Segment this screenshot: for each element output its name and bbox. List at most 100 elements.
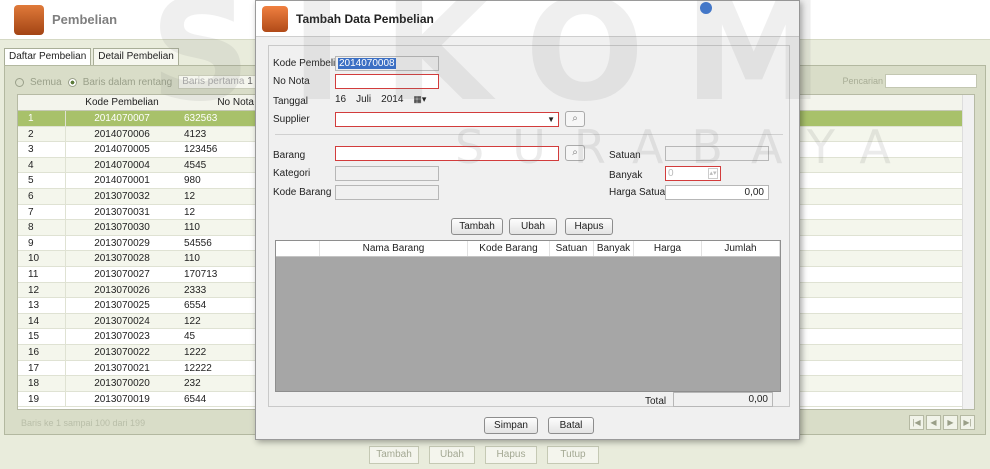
supplier-search-icon[interactable]: ⌕ xyxy=(565,111,585,127)
calendar-icon[interactable]: ▦▾ xyxy=(413,94,426,105)
row-nota: 54556 xyxy=(184,237,212,249)
item-col-banyak[interactable]: Banyak xyxy=(594,241,634,256)
row-nota: 232 xyxy=(184,378,201,390)
radio-all-label: Semua xyxy=(30,76,62,88)
supplier-select[interactable]: ▼ xyxy=(335,112,559,127)
kode-pembelian-field[interactable]: 2014070008 xyxy=(335,56,439,71)
row-nota: 4123 xyxy=(184,128,207,140)
row-kode: 2013070024 xyxy=(94,315,150,327)
row-index: 16 xyxy=(18,344,66,360)
item-table-header: Nama Barang Kode Barang Satuan Banyak Ha… xyxy=(276,241,780,257)
help-icon[interactable] xyxy=(700,2,712,14)
first-row-value: 1 xyxy=(247,76,253,87)
row-kode: 2013070025 xyxy=(94,300,150,312)
row-kode: 2013070019 xyxy=(94,393,150,405)
row-index: 7 xyxy=(18,204,66,220)
row-kode: 2013070023 xyxy=(94,331,150,343)
item-col-kode[interactable]: Kode Barang xyxy=(468,241,550,256)
row-kode: 2013070032 xyxy=(94,190,150,202)
tanggal-day: 16 xyxy=(335,94,347,105)
row-nota: 12 xyxy=(184,206,196,218)
kode-barang-label: Kode Barang xyxy=(273,187,332,198)
ubah-item-button[interactable]: Ubah xyxy=(509,218,557,235)
tab-daftar-pembelian[interactable]: Daftar Pembelian xyxy=(4,48,92,66)
item-col-nama[interactable]: Nama Barang xyxy=(320,241,468,256)
grid-header-nota[interactable]: No Nota xyxy=(178,95,258,110)
prev-page-icon[interactable]: ◀ xyxy=(926,415,941,430)
row-index: 5 xyxy=(18,173,66,188)
search-label: Pencarian xyxy=(842,76,883,86)
search-input[interactable] xyxy=(885,74,977,88)
hapus-button[interactable]: Hapus xyxy=(485,446,537,464)
app-logo-icon xyxy=(14,5,44,35)
ubah-button[interactable]: Ubah xyxy=(429,446,475,464)
row-kode: 2014070006 xyxy=(94,128,150,140)
row-index: 4 xyxy=(18,157,66,173)
row-kode: 2013070026 xyxy=(94,284,150,296)
row-nota: 122 xyxy=(184,315,201,327)
tambah-item-button[interactable]: Tambah xyxy=(451,218,503,235)
row-nota: 632563 xyxy=(184,113,218,124)
kategori-field xyxy=(335,166,439,181)
tutup-button[interactable]: Tutup xyxy=(547,446,599,464)
grid-header-kode[interactable]: Kode Pembelian xyxy=(66,95,178,110)
row-kode: 2013070027 xyxy=(94,268,150,280)
item-col-jumlah[interactable]: Jumlah xyxy=(702,241,780,256)
status-text: Baris ke 1 sampai 100 dari 199 xyxy=(21,418,146,428)
item-col-harga[interactable]: Harga xyxy=(634,241,702,256)
harga-satuan-field[interactable]: 0,00 xyxy=(665,185,769,200)
simpan-button[interactable]: Simpan xyxy=(484,417,538,434)
tambah-button[interactable]: Tambah xyxy=(369,446,419,464)
row-kode: 2014070001 xyxy=(94,175,150,187)
row-index: 15 xyxy=(18,329,66,344)
first-page-icon[interactable]: |◀ xyxy=(909,415,924,430)
hapus-item-button[interactable]: Hapus xyxy=(565,218,613,235)
row-index: 13 xyxy=(18,298,66,313)
tanggal-year: 2014 xyxy=(381,94,404,105)
banyak-stepper[interactable]: 0 ▴▾ xyxy=(665,166,721,181)
row-index: 9 xyxy=(18,235,66,251)
kategori-label: Kategori xyxy=(273,168,311,179)
row-index: 10 xyxy=(18,251,66,266)
row-kode: 2014070005 xyxy=(94,144,150,156)
tab-bar: Daftar Pembelian Detail Pembelian xyxy=(4,48,181,66)
row-kode: 2014070004 xyxy=(94,159,150,171)
no-nota-label: No Nota xyxy=(273,76,310,87)
row-kode: 2013070020 xyxy=(94,378,150,390)
barang-field[interactable] xyxy=(335,146,559,161)
divider xyxy=(275,134,783,135)
row-kode: 2014070007 xyxy=(94,113,150,124)
kode-pembelian-value: 2014070008 xyxy=(338,58,396,69)
next-page-icon[interactable]: ▶ xyxy=(943,415,958,430)
kode-barang-field xyxy=(335,185,439,200)
first-row-field[interactable]: Baris pertama 1 xyxy=(178,75,265,89)
row-index: 12 xyxy=(18,282,66,298)
batal-button[interactable]: Batal xyxy=(548,417,594,434)
radio-range[interactable] xyxy=(67,77,77,87)
radio-all[interactable] xyxy=(15,77,24,87)
stepper-arrows-icon[interactable]: ▴▾ xyxy=(708,168,718,179)
banyak-value: 0 xyxy=(668,168,674,179)
dialog-icon xyxy=(262,6,288,32)
no-nota-field[interactable] xyxy=(335,74,439,89)
tab-detail-pembelian[interactable]: Detail Pembelian xyxy=(93,48,179,66)
row-index: 1 xyxy=(18,111,66,126)
row-kode: 2013070031 xyxy=(94,206,150,218)
tanggal-picker[interactable]: 16 Juli 2014 ▦▾ xyxy=(335,94,426,105)
filter-bar: Semua Baris dalam rentang Baris pertama … xyxy=(15,74,265,90)
row-index: 14 xyxy=(18,313,66,329)
row-nota: 6544 xyxy=(184,393,207,405)
item-col-select xyxy=(276,241,320,256)
barang-search-icon[interactable]: ⌕ xyxy=(565,145,585,161)
row-nota: 110 xyxy=(184,253,200,265)
grid-scrollbar[interactable] xyxy=(962,95,974,409)
row-nota: 123456 xyxy=(184,144,218,156)
last-page-icon[interactable]: ▶| xyxy=(960,415,975,430)
satuan-field xyxy=(665,146,769,161)
item-col-satuan[interactable]: Satuan xyxy=(550,241,594,256)
grid-header-index xyxy=(18,95,66,110)
radio-range-label: Baris dalam rentang xyxy=(82,76,173,88)
row-nota: 12222 xyxy=(184,362,212,374)
total-field: 0,00 xyxy=(673,392,773,407)
first-row-label: Baris pertama xyxy=(182,76,245,87)
